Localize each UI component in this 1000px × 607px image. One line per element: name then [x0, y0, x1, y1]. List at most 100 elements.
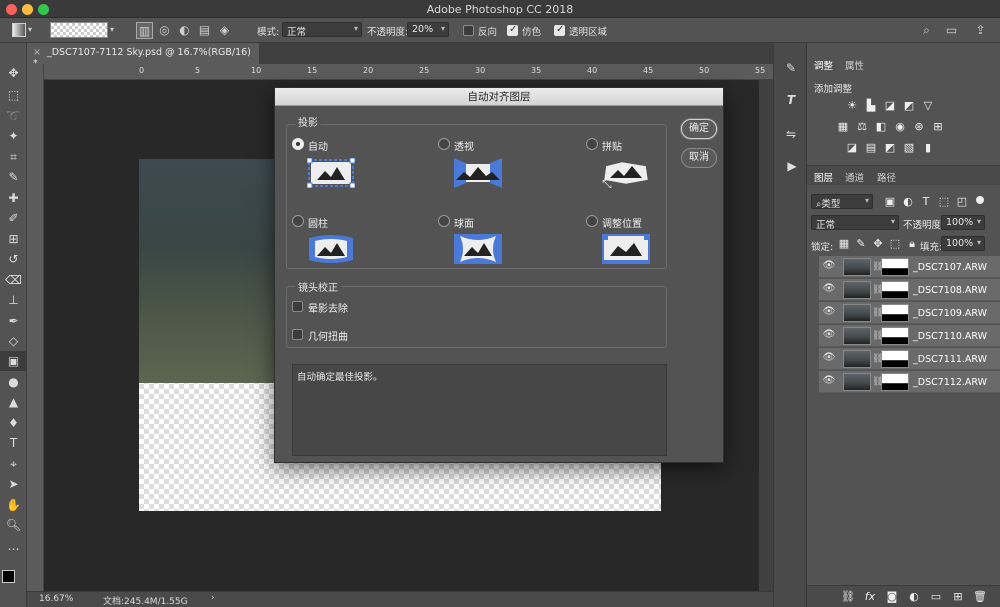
posterize-adjustment-icon[interactable]: ▤ — [864, 142, 878, 154]
cylindrical-label[interactable]: 圆柱 — [308, 215, 328, 230]
smart-object-filter-icon[interactable]: ◰ — [955, 196, 969, 208]
hand-tool-icon[interactable]: ✋ — [0, 495, 27, 515]
tab-adjustments[interactable]: 调整 — [814, 58, 833, 72]
lock-pixels-icon[interactable]: ✎ — [854, 238, 868, 250]
clone-stamp-tool-icon[interactable]: ⊞ — [0, 229, 27, 249]
vignette-removal-label[interactable]: 晕影去除 — [308, 300, 348, 315]
layer-opacity-input[interactable]: 100% ▾ — [941, 215, 985, 230]
mode-select[interactable]: 正常 ▾ — [282, 22, 362, 38]
color-lookup-adjustment-icon[interactable]: ⊞ — [931, 121, 945, 133]
perspective-label[interactable]: 透视 — [454, 138, 474, 153]
zoom-level[interactable]: 16.67% — [39, 594, 73, 604]
visibility-eye-icon[interactable]: 👁︎ — [821, 283, 837, 297]
marquee-tool-icon[interactable]: ⬚ — [0, 85, 27, 105]
layer-filter-select[interactable]: ⌕类型 ▾ — [811, 194, 873, 210]
gradient-picker[interactable] — [50, 22, 108, 38]
photo-filter-adjustment-icon[interactable]: ◉ — [893, 121, 907, 133]
selective-color-adjustment-icon[interactable]: ▧ — [902, 142, 916, 154]
type-tool-icon[interactable]: T — [0, 433, 27, 453]
spherical-projection-icon[interactable] — [454, 234, 502, 264]
eraser-tool-icon[interactable]: ⌫ — [0, 270, 27, 290]
magic-wand-tool-icon[interactable]: ✦ — [0, 126, 27, 146]
brightness-adjustment-icon[interactable]: ☀ — [845, 100, 859, 112]
mask-link-icon[interactable]: ⛓ — [872, 305, 883, 321]
zoom-tool-icon[interactable]: 🔍︎ — [0, 515, 27, 535]
perspective-radio[interactable] — [438, 138, 450, 150]
direct-selection-tool-icon[interactable]: ➤ — [0, 474, 27, 494]
vertical-scrollbar[interactable] — [759, 80, 773, 591]
diamond-gradient-icon[interactable]: ◈ — [216, 22, 233, 39]
layer-row[interactable]: 👁︎ ⛓ _DSC7108.ARW — [819, 279, 1000, 301]
eraser2-tool-icon[interactable]: ◇ — [0, 331, 27, 351]
gradient-map-adjustment-icon[interactable]: ▮ — [921, 142, 935, 154]
ok-button[interactable]: 确定 — [681, 119, 717, 139]
levels-adjustment-icon[interactable]: ▙ — [864, 100, 878, 112]
search-icon[interactable]: ⌕ — [918, 22, 935, 39]
geometric-distortion-checkbox[interactable] — [292, 329, 303, 340]
layer-style-icon[interactable]: fx — [863, 591, 877, 603]
close-tab-icon[interactable]: × — [33, 47, 41, 58]
layer-name[interactable]: _DSC7112.ARW — [913, 377, 987, 388]
visibility-eye-icon[interactable]: 👁︎ — [821, 352, 837, 366]
dither-checkbox[interactable] — [507, 24, 518, 36]
layer-mask-thumbnail[interactable] — [881, 327, 909, 345]
black-white-adjustment-icon[interactable]: ◧ — [874, 121, 888, 133]
cylindrical-projection-icon[interactable] — [307, 234, 355, 264]
pen-tool-icon[interactable]: ♦ — [0, 413, 27, 433]
filter-toggle-icon[interactable] — [976, 196, 984, 204]
character-panel-icon[interactable]: T — [783, 93, 799, 109]
foreground-color-swatch[interactable] — [2, 570, 15, 583]
tab-properties[interactable]: 属性 — [845, 58, 864, 72]
shape-filter-icon[interactable]: ⬚ — [937, 196, 951, 208]
blur-tool-icon[interactable]: ● — [0, 372, 27, 392]
layer-mask-thumbnail[interactable] — [881, 258, 909, 276]
auto-label[interactable]: 自动 — [308, 138, 328, 153]
visibility-eye-icon[interactable]: 👁︎ — [821, 306, 837, 320]
new-adjustment-layer-icon[interactable]: ◐ — [907, 591, 921, 603]
actions-play-icon[interactable]: ▶ — [784, 159, 800, 175]
mask-link-icon[interactable]: ⛓ — [872, 282, 883, 298]
layer-name[interactable]: _DSC7110.ARW — [913, 331, 987, 342]
lock-artboard-icon[interactable]: ⬚ — [888, 238, 902, 250]
stamp-tool-icon[interactable]: ⊥ — [0, 290, 27, 310]
tab-layers[interactable]: 图层 — [814, 170, 833, 184]
history-brush-tool-icon[interactable]: ↺ — [0, 249, 27, 269]
layer-row[interactable]: 👁︎ ⛓ _DSC7107.ARW — [819, 256, 1000, 278]
brush-panel-icon[interactable]: ✎ — [783, 61, 799, 77]
smudge-tool-icon[interactable]: ✒ — [0, 311, 27, 331]
curves-adjustment-icon[interactable]: ◪ — [883, 100, 897, 112]
pixel-filter-icon[interactable]: ▣ — [883, 196, 897, 208]
linear-gradient-icon[interactable]: ▥ — [136, 22, 153, 39]
mask-link-icon[interactable]: ⛓ — [872, 259, 883, 275]
gradient-tool-icon[interactable]: ▣ — [0, 351, 27, 371]
lock-transparent-icon[interactable]: ▦ — [837, 238, 851, 250]
spherical-radio[interactable] — [438, 215, 450, 227]
reflected-gradient-icon[interactable]: ▤ — [196, 22, 213, 39]
delete-layer-icon[interactable]: 🗑︎ — [973, 591, 987, 603]
visibility-eye-icon[interactable]: 👁︎ — [821, 329, 837, 343]
collage-label[interactable]: 拼贴 — [602, 138, 622, 153]
opacity-input[interactable]: 20% ▾ — [407, 22, 449, 37]
share-icon[interactable]: ⇪ — [972, 22, 989, 39]
reposition-projection-icon[interactable] — [602, 234, 650, 264]
layer-row[interactable]: 👁︎ ⛓ _DSC7112.ARW — [819, 371, 1000, 393]
adjustment-filter-icon[interactable]: ◐ — [901, 196, 915, 208]
reverse-checkbox[interactable] — [463, 25, 474, 36]
color-balance-adjustment-icon[interactable]: ⚖ — [855, 121, 869, 133]
tab-paths[interactable]: 路径 — [877, 170, 896, 184]
crop-tool-icon[interactable]: ⌗ — [0, 147, 27, 167]
layer-mask-thumbnail[interactable] — [881, 281, 909, 299]
fill-input[interactable]: 100% ▾ — [941, 236, 985, 251]
channel-mixer-adjustment-icon[interactable]: ⊛ — [912, 121, 926, 133]
new-group-icon[interactable]: ▭ — [929, 591, 943, 603]
cancel-button[interactable]: 取消 — [681, 148, 717, 168]
layer-name[interactable]: _DSC7108.ARW — [913, 285, 987, 296]
collage-projection-icon[interactable]: ⤡ — [602, 158, 650, 188]
vibrance-adjustment-icon[interactable]: ▽ — [921, 100, 935, 112]
auto-projection-icon[interactable] — [307, 158, 355, 188]
layer-name[interactable]: _DSC7109.ARW — [913, 308, 987, 319]
mask-link-icon[interactable]: ⛓ — [872, 374, 883, 390]
blend-mode-select[interactable]: 正常 ▾ — [811, 215, 899, 231]
perspective-projection-icon[interactable] — [454, 158, 502, 188]
gradient-picker-chevron-icon[interactable]: ▾ — [110, 25, 114, 34]
